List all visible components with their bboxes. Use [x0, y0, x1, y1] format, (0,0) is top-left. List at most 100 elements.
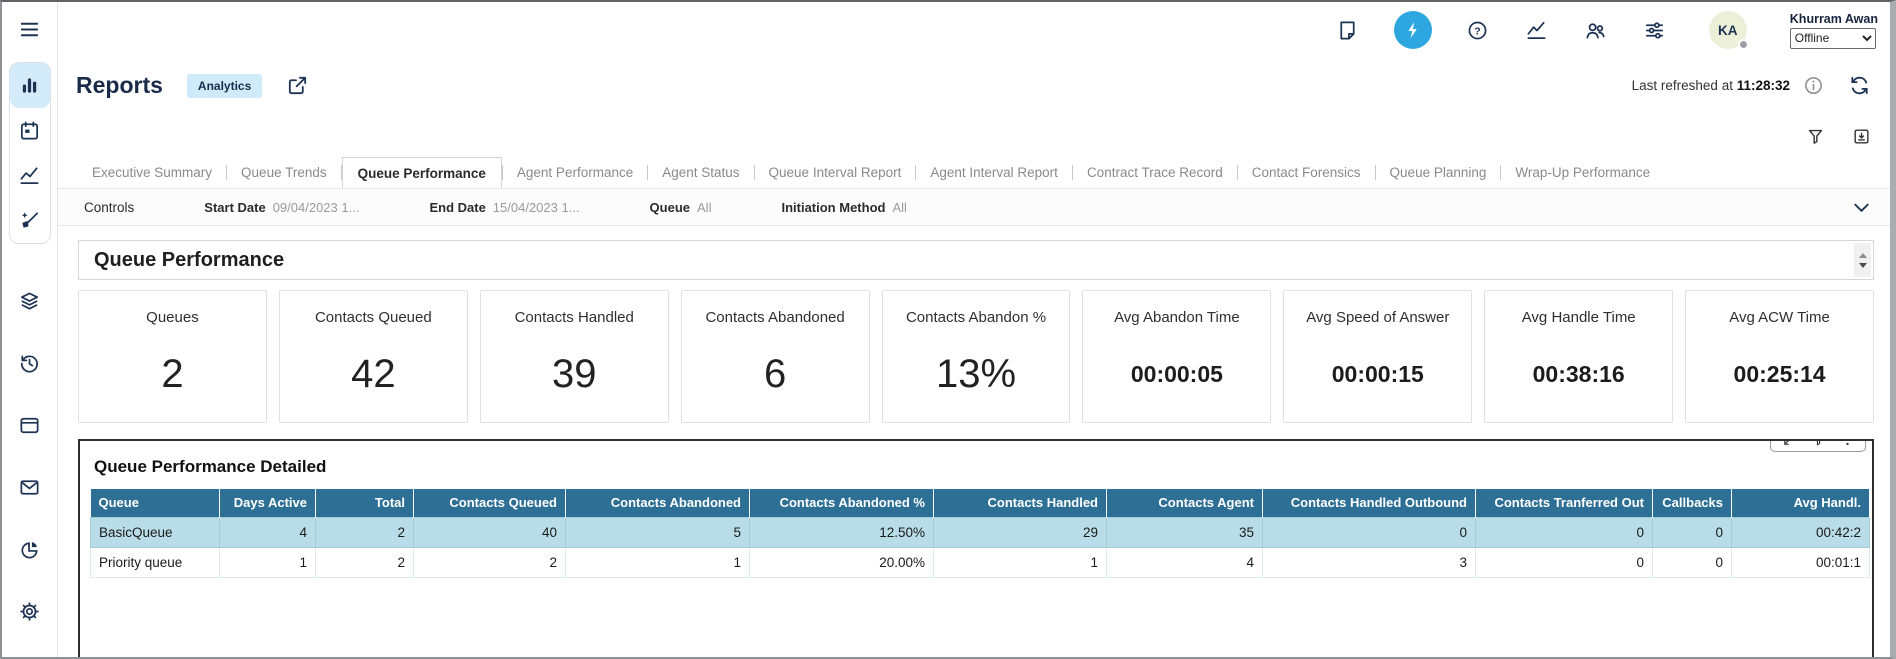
stepper-up-icon[interactable] — [1859, 253, 1867, 258]
metric-card-contacts-abandon: Contacts Abandon %13% — [882, 290, 1071, 423]
metric-value: 39 — [552, 352, 597, 397]
insights-chart-icon[interactable] — [1524, 17, 1550, 43]
cell: 4 — [1107, 547, 1263, 577]
last-refreshed-text: Last refreshed at 11:28:32 — [1632, 78, 1790, 93]
user-avatar[interactable]: KA — [1709, 11, 1747, 49]
tab-queue-performance[interactable]: Queue Performance — [342, 157, 502, 189]
filter-end-date[interactable]: End Date15/04/2023 1... — [429, 200, 579, 215]
sidebar-item-analytics[interactable] — [10, 63, 50, 108]
info-icon[interactable] — [1800, 73, 1826, 99]
metric-value: 2 — [161, 352, 183, 397]
report-tools — [58, 123, 1890, 149]
cell: 0 — [1653, 517, 1732, 547]
column-header-days-active[interactable]: Days Active — [220, 489, 316, 517]
tab-wrap-up-performance[interactable]: Wrap-Up Performance — [1501, 158, 1664, 187]
topbar: ? KA Khurram Awan Offline — [58, 2, 1890, 58]
column-header-contacts-queued[interactable]: Contacts Queued — [414, 489, 566, 517]
filter-value: All — [697, 200, 711, 215]
column-header-queue[interactable]: Queue — [91, 489, 220, 517]
contacts-people-icon[interactable] — [1583, 17, 1609, 43]
help-icon[interactable]: ? — [1465, 17, 1491, 43]
table-row-basicqueue[interactable]: BasicQueue4240512.50%293500000:42:2 — [91, 517, 1870, 547]
notes-icon[interactable] — [1335, 17, 1361, 43]
metric-label: Avg Speed of Answer — [1306, 309, 1449, 326]
filter-label: Start Date — [204, 200, 265, 215]
svg-text:?: ? — [1475, 25, 1481, 37]
filter-start-date[interactable]: Start Date 09/04/2023 1... — [204, 200, 359, 215]
stepper-down-icon[interactable] — [1859, 263, 1867, 268]
mail-icon[interactable] — [17, 474, 43, 500]
filter-value: All — [892, 200, 906, 215]
settings-gear-icon[interactable] — [17, 598, 43, 624]
expand-icon[interactable] — [1781, 439, 1797, 447]
preferences-sliders-icon[interactable] — [1642, 17, 1668, 43]
analytics-badge: Analytics — [187, 74, 262, 98]
user-name: Khurram Awan — [1790, 12, 1878, 26]
metric-value-wrap: 00:25:14 — [1734, 326, 1826, 422]
sidebar-item-metrics[interactable] — [10, 153, 50, 198]
tab-queue-planning[interactable]: Queue Planning — [1376, 158, 1501, 187]
pie-chart-icon[interactable] — [17, 536, 43, 562]
metric-label: Avg Handle Time — [1522, 309, 1636, 326]
status-select[interactable]: Offline — [1790, 28, 1876, 49]
tab-queue-trends[interactable]: Queue Trends — [227, 158, 341, 187]
column-header-contacts-handled[interactable]: Contacts Handled — [934, 489, 1107, 517]
filter-queue[interactable]: Queue All — [650, 200, 712, 215]
refresh-icon[interactable] — [1846, 73, 1872, 99]
filter-value: 15/04/2023 1... — [493, 200, 580, 215]
column-header-contacts-abandoned[interactable]: Contacts Abandoned % — [750, 489, 934, 517]
table-row-priority-queue[interactable]: Priority queue122120.00%1430000:01:1 — [91, 547, 1870, 577]
filter-label: Queue — [650, 200, 690, 215]
sidebar-item-schedule[interactable] — [10, 108, 50, 153]
history-icon[interactable] — [17, 350, 43, 376]
metric-card-avg-handle-time: Avg Handle Time00:38:16 — [1484, 290, 1673, 423]
tab-contact-forensics[interactable]: Contact Forensics — [1238, 158, 1375, 187]
external-link-icon[interactable] — [284, 73, 310, 99]
widget-title: Queue Performance Detailed — [94, 457, 1872, 477]
tab-contract-trace-record[interactable]: Contract Trace Record — [1073, 158, 1237, 187]
column-header-avg-handl[interactable]: Avg Handl. — [1732, 489, 1870, 517]
kebab-menu-icon[interactable] — [1839, 439, 1855, 447]
section-stepper[interactable] — [1854, 243, 1871, 277]
window-icon[interactable] — [17, 412, 43, 438]
tab-executive-summary[interactable]: Executive Summary — [78, 158, 226, 187]
section-header: Queue Performance — [78, 240, 1874, 280]
hamburger-menu-icon[interactable] — [17, 16, 43, 42]
column-header-callbacks[interactable]: Callbacks — [1653, 489, 1732, 517]
column-header-contacts-abandoned[interactable]: Contacts Abandoned — [566, 489, 750, 517]
lightning-bolt-icon[interactable] — [1394, 11, 1432, 49]
metric-card-contacts-abandoned: Contacts Abandoned6 — [681, 290, 870, 423]
layers-icon[interactable] — [17, 288, 43, 314]
metric-value-wrap: 42 — [351, 326, 396, 422]
tab-agent-status[interactable]: Agent Status — [648, 158, 753, 187]
column-header-contacts-handled-outbound[interactable]: Contacts Handled Outbound — [1263, 489, 1476, 517]
cell: 20.00% — [750, 547, 934, 577]
chevron-down-icon[interactable] — [1848, 194, 1874, 220]
status-dot — [1738, 39, 1749, 50]
column-header-contacts-agent[interactable]: Contacts Agent — [1107, 489, 1263, 517]
user-block: Khurram Awan Offline — [1790, 12, 1878, 49]
filter-initiation-method[interactable]: Initiation MethodAll — [781, 200, 906, 215]
metric-cards: Queues2Contacts Queued42Contacts Handled… — [78, 290, 1874, 423]
metric-card-queues: Queues2 — [78, 290, 267, 423]
metric-value: 00:25:14 — [1734, 361, 1826, 388]
cell: 3 — [1263, 547, 1476, 577]
metric-label: Avg ACW Time — [1729, 309, 1830, 326]
column-header-total[interactable]: Total — [316, 489, 414, 517]
metric-value-wrap: 6 — [764, 326, 786, 422]
tab-queue-interval-report[interactable]: Queue Interval Report — [755, 158, 916, 187]
tab-agent-interval-report[interactable]: Agent Interval Report — [916, 158, 1072, 187]
cell: 2 — [316, 547, 414, 577]
download-icon[interactable] — [1848, 123, 1874, 149]
filter-value: 09/04/2023 1... — [273, 200, 360, 215]
filter-funnel-icon[interactable] — [1802, 123, 1828, 149]
filters: Start Date 09/04/2023 1... End Date15/04/2… — [204, 200, 977, 215]
sidebar-item-design[interactable] — [10, 198, 50, 243]
app-frame: ? KA Khurram Awan Offline Reports Analyt… — [0, 0, 1896, 659]
widget-filter-funnel-icon[interactable] — [1810, 439, 1826, 447]
tab-agent-performance[interactable]: Agent Performance — [503, 158, 647, 187]
column-header-contacts-tranferred-out[interactable]: Contacts Tranferred Out — [1476, 489, 1653, 517]
topbar-right: ? KA Khurram Awan Offline — [1335, 11, 1878, 49]
main-area: ? KA Khurram Awan Offline Reports Analyt… — [58, 2, 1890, 657]
cell: 00:42:2 — [1732, 517, 1870, 547]
